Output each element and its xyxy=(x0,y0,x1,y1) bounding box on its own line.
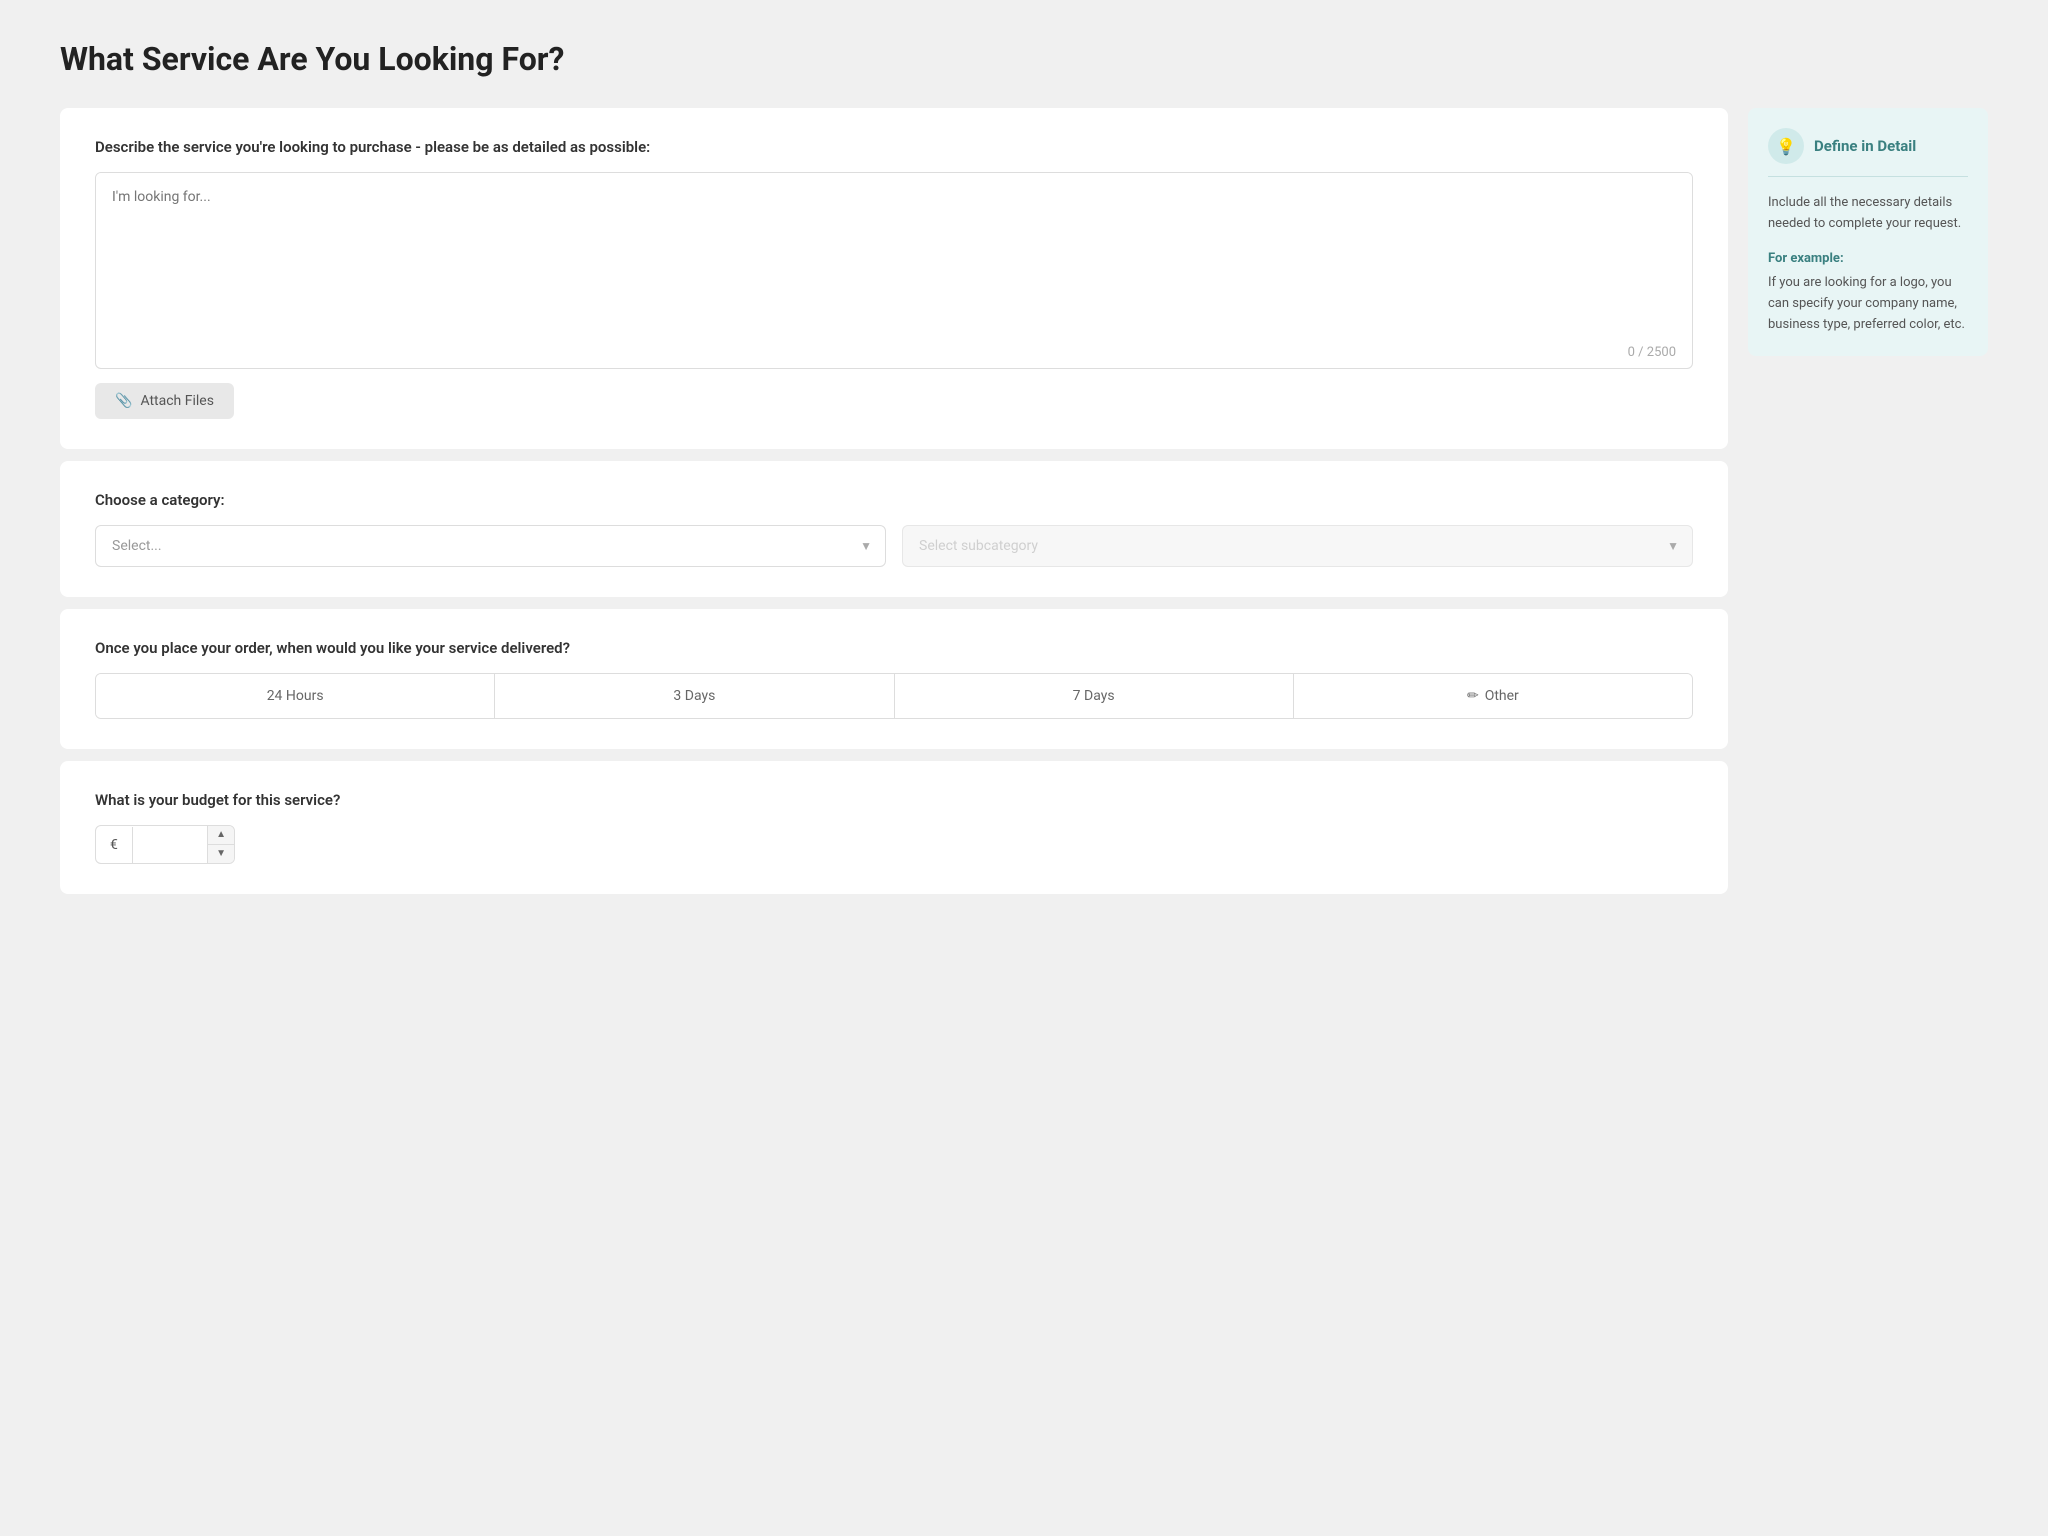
describe-service-card: Describe the service you're looking to p… xyxy=(60,108,1728,449)
currency-symbol: € xyxy=(96,827,133,863)
delivery-24h-button[interactable]: 24 Hours xyxy=(96,674,495,718)
info-body: Include all the necessary details needed… xyxy=(1768,193,1968,336)
attach-label: Attach Files xyxy=(140,393,214,409)
info-header: 💡 Define in Detail xyxy=(1768,128,1968,177)
paperclip-icon: 📎 xyxy=(115,393,132,409)
delivery-3d-button[interactable]: 3 Days xyxy=(495,674,894,718)
info-title: Define in Detail xyxy=(1814,137,1916,155)
delivery-other-button[interactable]: ✏ Other xyxy=(1294,674,1692,718)
lightbulb-icon: 💡 xyxy=(1768,128,1804,164)
category-card: Choose a category: Select... ▼ Select su… xyxy=(60,461,1728,597)
info-description: Include all the necessary details needed… xyxy=(1768,193,1968,235)
budget-increment-button[interactable]: ▲ xyxy=(208,826,234,845)
info-example-text: If you are looking for a logo, you can s… xyxy=(1768,273,1968,335)
main-layout: Describe the service you're looking to p… xyxy=(60,108,1988,894)
describe-label: Describe the service you're looking to p… xyxy=(95,138,1693,156)
info-panel: 💡 Define in Detail Include all the neces… xyxy=(1748,108,1988,356)
right-column: 💡 Define in Detail Include all the neces… xyxy=(1748,108,1988,356)
pencil-icon: ✏ xyxy=(1467,688,1479,704)
budget-label: What is your budget for this service? xyxy=(95,791,1693,809)
category-label: Choose a category: xyxy=(95,491,1693,509)
category-select-wrapper: Select... ▼ xyxy=(95,525,886,567)
delivery-options-group: 24 Hours 3 Days 7 Days ✏ Other xyxy=(95,673,1693,719)
subcategory-select-wrapper: Select subcategory ▼ xyxy=(902,525,1693,567)
delivery-card: Once you place your order, when would yo… xyxy=(60,609,1728,749)
lightbulb-glyph: 💡 xyxy=(1776,137,1796,156)
delivery-7d-button[interactable]: 7 Days xyxy=(895,674,1294,718)
budget-input-wrapper: € ▲ ▼ xyxy=(95,825,235,864)
delivery-label: Once you place your order, when would yo… xyxy=(95,639,1693,657)
budget-decrement-button[interactable]: ▼ xyxy=(208,845,234,863)
category-select[interactable]: Select... xyxy=(95,525,886,567)
delivery-other-label: Other xyxy=(1485,688,1519,704)
selects-row: Select... ▼ Select subcategory ▼ xyxy=(95,525,1693,567)
budget-input[interactable] xyxy=(133,827,207,863)
service-description-textarea[interactable] xyxy=(96,173,1692,333)
left-column: Describe the service you're looking to p… xyxy=(60,108,1728,894)
subcategory-select[interactable]: Select subcategory xyxy=(902,525,1693,567)
budget-spinners: ▲ ▼ xyxy=(207,826,234,863)
page-title: What Service Are You Looking For? xyxy=(60,40,1988,78)
budget-card: What is your budget for this service? € … xyxy=(60,761,1728,894)
char-count: 0 / 2500 xyxy=(96,337,1692,368)
info-example-label: For example: xyxy=(1768,249,1968,270)
textarea-wrapper: 0 / 2500 xyxy=(95,172,1693,369)
attach-files-button[interactable]: 📎 Attach Files xyxy=(95,383,234,419)
